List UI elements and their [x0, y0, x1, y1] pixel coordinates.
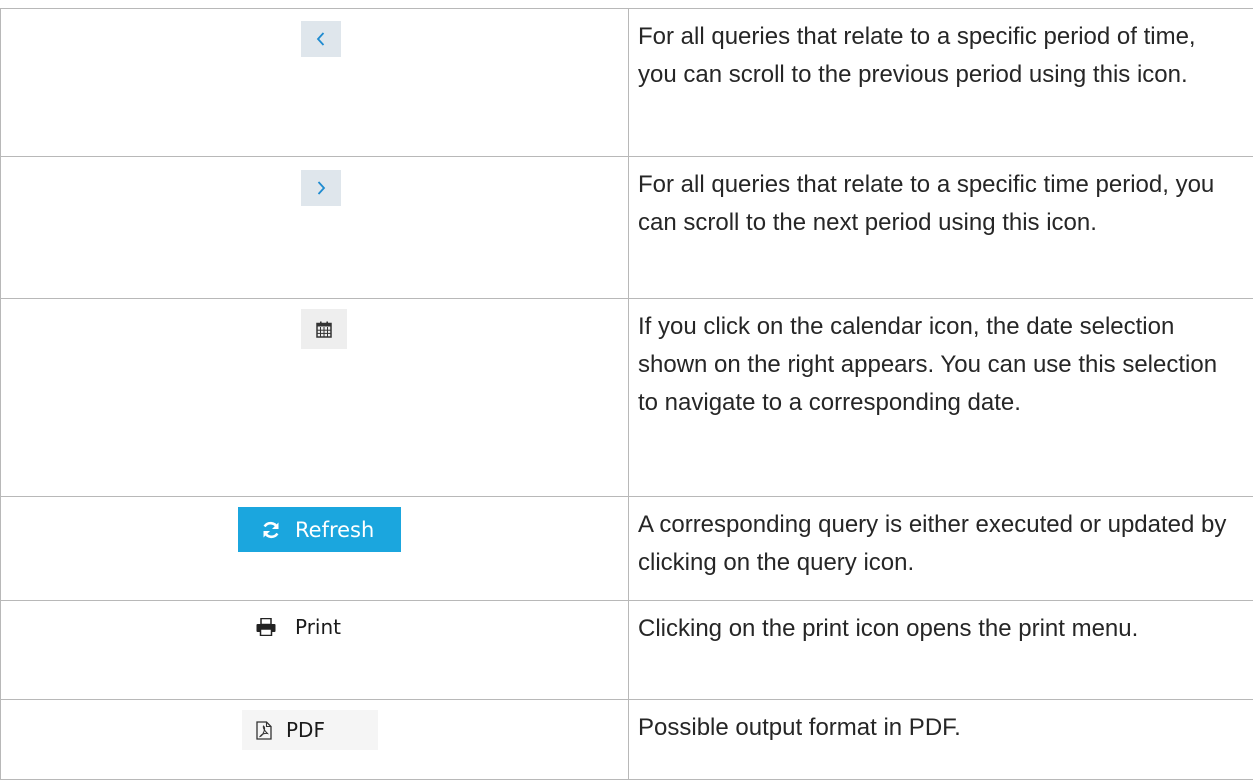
- printer-icon: [256, 618, 276, 636]
- description-text: For all queries that relate to a specifi…: [629, 157, 1253, 242]
- table-row: PDF Possible output format in PDF.: [1, 700, 1253, 780]
- description-cell: If you click on the calendar icon, the d…: [629, 299, 1253, 497]
- description-cell: Clicking on the print icon opens the pri…: [629, 601, 1253, 700]
- description-cell: For all queries that relate to a specifi…: [629, 9, 1253, 157]
- next-period-button[interactable]: [301, 170, 341, 206]
- table-row: For all queries that relate to a specifi…: [1, 157, 1253, 299]
- previous-period-button[interactable]: [301, 21, 341, 57]
- calendar-icon: [316, 321, 332, 338]
- pdf-file-icon: [256, 721, 272, 740]
- table-row: For all queries that relate to a specifi…: [1, 9, 1253, 157]
- table-row: Refresh A corresponding query is either …: [1, 497, 1253, 601]
- pdf-button-label: PDF: [286, 718, 325, 742]
- calendar-button[interactable]: [301, 309, 347, 349]
- chevron-right-icon: [315, 180, 327, 196]
- table-row: Print Clicking on the print icon opens t…: [1, 601, 1253, 700]
- icon-cell: [1, 9, 629, 157]
- description-text: Possible output format in PDF.: [629, 700, 1253, 747]
- description-cell: For all queries that relate to a specifi…: [629, 157, 1253, 299]
- description-text: Clicking on the print icon opens the pri…: [629, 601, 1253, 648]
- icon-cell: Refresh: [1, 497, 629, 601]
- description-text: A corresponding query is either executed…: [629, 497, 1253, 582]
- description-text: If you click on the calendar icon, the d…: [629, 299, 1253, 422]
- refresh-icon: [261, 520, 281, 540]
- print-button-label: Print: [295, 615, 341, 639]
- refresh-button[interactable]: Refresh: [238, 507, 401, 552]
- description-cell: Possible output format in PDF.: [629, 700, 1253, 780]
- icon-cell: [1, 157, 629, 299]
- description-text: For all queries that relate to a specifi…: [629, 9, 1253, 94]
- refresh-button-label: Refresh: [295, 518, 374, 542]
- chevron-left-icon: [315, 31, 327, 47]
- icon-reference-table: For all queries that relate to a specifi…: [0, 8, 1253, 780]
- description-cell: A corresponding query is either executed…: [629, 497, 1253, 601]
- icon-cell: PDF: [1, 700, 629, 780]
- table-row: If you click on the calendar icon, the d…: [1, 299, 1253, 497]
- icon-cell: [1, 299, 629, 497]
- pdf-button[interactable]: PDF: [242, 710, 378, 750]
- print-button[interactable]: Print: [256, 615, 341, 639]
- icon-cell: Print: [1, 601, 629, 700]
